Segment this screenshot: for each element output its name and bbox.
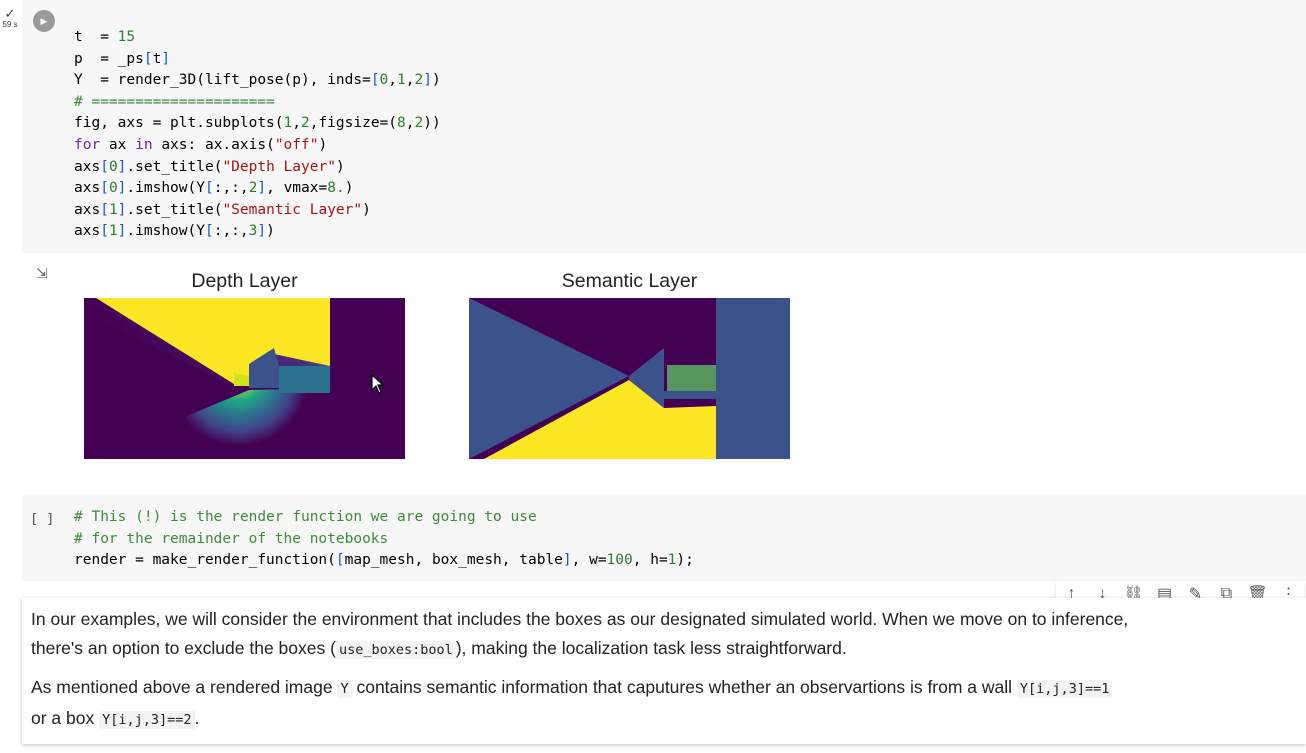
paragraph-1-text-b: there's an option to exclude the boxes ( — [31, 638, 336, 658]
run-cell-button[interactable]: ▶ — [33, 10, 55, 32]
code-line: axs[0].imshow(Y[:,:,2], vmax=8.) — [74, 180, 354, 197]
output-clear-icon[interactable]: ⇲ — [36, 265, 52, 281]
code-line: # ===================== — [74, 93, 275, 110]
code-cell-1-source[interactable]: t = 15 p = _ps[t] Y = render_3D(lift_pose(… — [74, 27, 441, 243]
execution-time: 59 s — [2, 20, 18, 29]
paragraph-2-text-c: or a box — [31, 708, 100, 728]
code-line: render = make_render_function([map_mesh,… — [74, 552, 694, 569]
paragraph-1: In our examples, we will consider the en… — [31, 605, 1231, 665]
execution-status: ✓ 59 s — [0, 6, 20, 29]
semantic-layer-image — [469, 298, 790, 459]
code-line: axs[1].set_title("Semantic Layer") — [74, 201, 371, 218]
paragraph-1-text-a: In our examples, we will consider the en… — [31, 609, 1129, 629]
code-line: t = 15 — [74, 29, 136, 45]
inline-code-box: Y[i,j,3]==2 — [99, 711, 195, 729]
paragraph-1-text-c: ), making the localization task less str… — [455, 638, 847, 658]
cell-run-bracket[interactable]: [ ] — [30, 511, 54, 527]
code-line: p = _ps[t] — [74, 50, 171, 67]
code-line: axs[0].set_title("Depth Layer") — [74, 158, 345, 175]
code-line: for ax in axs: ax.axis("off") — [74, 136, 328, 153]
paragraph-2-text-a: As mentioned above a rendered image — [31, 677, 338, 697]
code-line: # This (!) is the render function we are… — [74, 509, 537, 525]
paragraph-2: As mentioned above a rendered image Y co… — [31, 673, 1231, 735]
code-line: Y = render_3D(lift_pose(p), inds=[0,1,2]… — [74, 72, 441, 89]
code-line: axs[1].imshow(Y[:,:,3]) — [74, 223, 275, 240]
code-cell-2-source[interactable]: # This (!) is the render function we are… — [74, 507, 694, 572]
paragraph-2-text-d: . — [194, 708, 200, 728]
inline-code-use-boxes: use_boxes:bool — [335, 641, 456, 659]
plot-title-semantic: Semantic Layer — [561, 270, 698, 292]
plot-title-depth: Depth Layer — [191, 270, 298, 292]
code-line: # for the remainder of the notebooks — [74, 530, 389, 547]
inline-code-y: Y — [337, 680, 352, 698]
paragraph-2-text-b: contains semantic information that caput… — [351, 677, 1017, 697]
depth-layer-image — [84, 298, 405, 459]
code-line: fig, axs = plt.subplots(1,2,figsize=(8,2… — [74, 115, 441, 132]
text-cell[interactable]: In our examples, we will consider the en… — [22, 598, 1306, 744]
inline-code-wall: Y[i,j,3]==1 — [1016, 680, 1113, 698]
check-icon: ✓ — [4, 6, 16, 21]
mouse-cursor-icon — [371, 374, 385, 394]
